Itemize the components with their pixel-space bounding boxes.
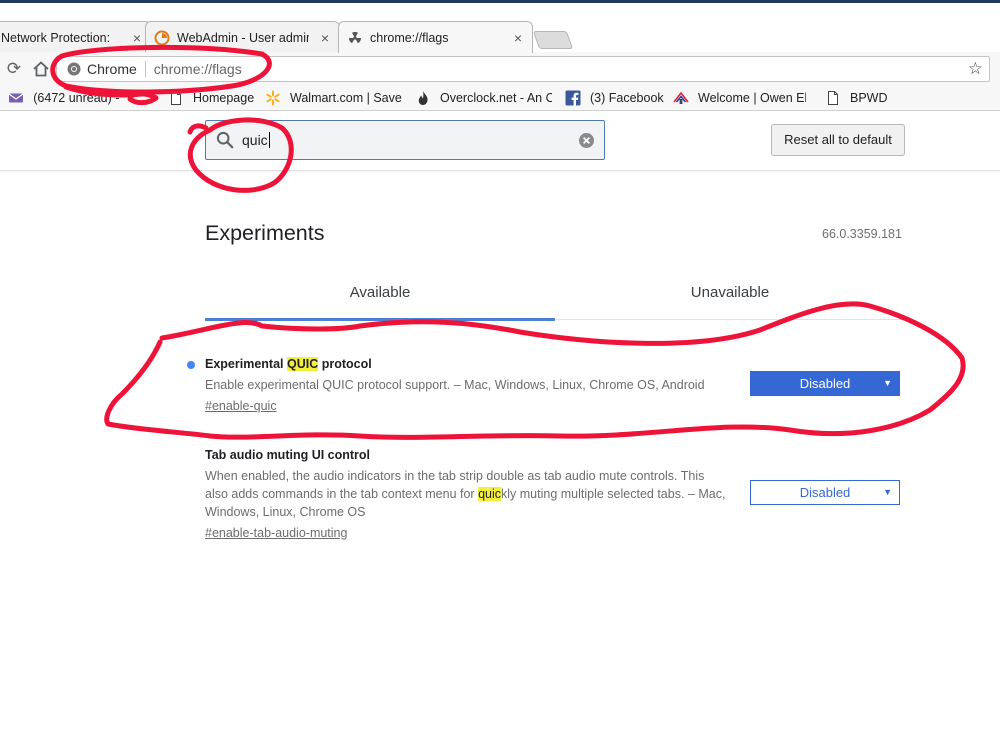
tab-available[interactable]: Available	[205, 270, 555, 321]
bookmark-label: Walmart.com | Save	[290, 91, 402, 105]
bookmark-walmart[interactable]: Walmart.com | Save	[265, 89, 402, 107]
search-value: quic	[242, 132, 268, 148]
bookmark-label: Overclock.net - An O	[440, 91, 552, 105]
walmart-spark-icon	[266, 90, 280, 106]
flags-header: quic Reset all to default	[0, 111, 1000, 171]
close-icon[interactable]: ×	[133, 30, 141, 46]
tab-label: Available	[349, 284, 411, 301]
webadmin-favicon-icon	[154, 30, 170, 45]
dropdown-arrow-icon: ▼	[883, 487, 892, 497]
text-caret	[268, 132, 270, 148]
flags-radiation-icon	[349, 31, 361, 43]
dropdown-arrow-icon: ▼	[883, 378, 892, 388]
tab-title: WebAdmin - User admin	[177, 30, 309, 45]
tab-strip: Network Protection: F × WebAdmin - User …	[0, 3, 1000, 53]
bookmark-label: Welcome | Owen Ele	[698, 91, 806, 105]
browser-toolbar: ⟳ Chrome chrome://flags ☆	[0, 52, 1000, 85]
experiment-state-select[interactable]: Disabled ▼	[750, 480, 900, 505]
tab-unavailable[interactable]: Unavailable	[555, 270, 905, 320]
url-text[interactable]: chrome://flags	[154, 61, 242, 77]
facebook-icon	[565, 90, 581, 106]
chrome-version: 66.0.3359.181	[822, 227, 902, 241]
tab-chrome-flags[interactable]: chrome://flags ×	[338, 21, 533, 53]
flame-icon	[418, 91, 428, 105]
tab-label: Unavailable	[690, 284, 770, 301]
search-input[interactable]: quic	[205, 120, 605, 160]
bookmark-label: (6472 unread) -	[33, 91, 120, 105]
reset-all-button[interactable]: Reset all to default	[771, 124, 905, 156]
address-bar[interactable]: Chrome chrome://flags ☆	[56, 56, 990, 82]
new-tab-button[interactable]	[532, 31, 574, 49]
close-icon[interactable]: ×	[321, 30, 329, 46]
experiment-name: Tab audio muting UI control	[205, 448, 371, 462]
name-text: protocol	[318, 357, 372, 371]
bookmark-overclock[interactable]: Overclock.net - An O	[415, 89, 552, 107]
name-text: Experimental	[205, 357, 287, 371]
home-icon[interactable]	[32, 60, 50, 78]
site-chip-label: Chrome	[87, 61, 137, 77]
select-value: Disabled	[799, 485, 851, 500]
tab-network-protection[interactable]: Network Protection: F ×	[0, 21, 152, 53]
close-icon[interactable]: ×	[514, 30, 522, 46]
experiment-enable-tab-audio-muting: Tab audio muting UI control When enabled…	[205, 446, 905, 542]
tab-title: chrome://flags	[370, 30, 449, 45]
experiment-state-select[interactable]: Disabled ▼	[750, 371, 900, 396]
experiment-permalink[interactable]: #enable-tab-audio-muting	[205, 524, 347, 542]
tab-webadmin[interactable]: WebAdmin - User admin ×	[145, 21, 340, 53]
bookmark-homepage[interactable]: Homepage	[168, 89, 254, 107]
experiment-enable-quic: Experimental QUIC protocol Enable experi…	[187, 355, 905, 415]
page-icon	[828, 91, 838, 105]
modified-indicator-dot	[187, 361, 195, 369]
bookmark-label: (3) Facebook	[590, 91, 664, 105]
experiment-description: Enable experimental QUIC protocol suppor…	[205, 378, 705, 392]
search-match-highlight: QUIC	[286, 357, 319, 371]
chrome-logo-icon	[67, 62, 81, 76]
flags-tabs: Available Unavailable	[205, 270, 905, 321]
bookmark-label: Homepage	[193, 91, 255, 105]
select-value: Disabled	[799, 376, 851, 391]
mail-icon	[8, 93, 24, 103]
page-title: Experiments	[205, 221, 325, 245]
bookmark-mail[interactable]: s (6472 unread) -	[0, 89, 119, 107]
search-match-highlight: quic	[478, 487, 502, 501]
tab-title: Network Protection: F	[1, 30, 109, 45]
bookmarks-bar: s (6472 unread) - Homepage Walmart.com |…	[0, 85, 1000, 111]
bookmark-facebook[interactable]: (3) Facebook	[565, 89, 664, 107]
bookmark-owen[interactable]: Welcome | Owen Ele	[673, 89, 806, 107]
page-icon	[171, 91, 181, 105]
bookmark-star-icon[interactable]: ☆	[968, 59, 983, 79]
active-tab-indicator	[205, 318, 555, 321]
reload-icon[interactable]: ⟳	[5, 60, 23, 78]
bookmark-label: BPWD	[850, 91, 888, 105]
experiment-description: When enabled, the audio indicators in th…	[205, 467, 730, 521]
clear-search-icon[interactable]	[578, 132, 595, 149]
owen-logo-icon	[673, 91, 689, 104]
experiment-permalink[interactable]: #enable-quic	[205, 397, 277, 415]
omnibox-divider	[144, 61, 146, 77]
search-icon	[216, 131, 234, 149]
bookmark-bpwd[interactable]: BPWD	[825, 89, 888, 107]
